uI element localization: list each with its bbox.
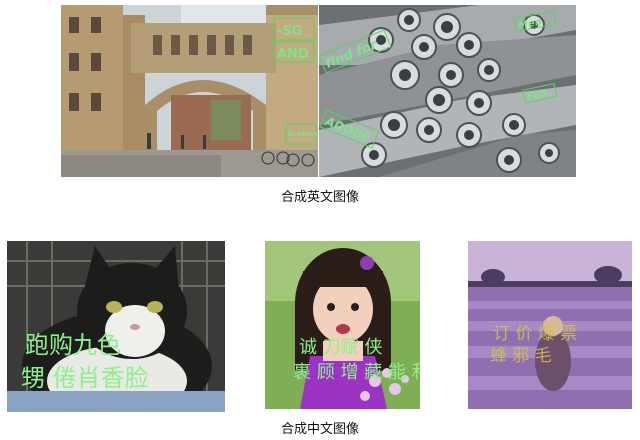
bridge-photo: -SG AND Ecotrav bbox=[61, 5, 318, 177]
overlay-text-cn-line2: 裹 顾 增 藏 能 和 bbox=[293, 362, 420, 383]
overlay-text-ecotrav: Ecotrav bbox=[288, 130, 318, 138]
overlay-text-sg: -SG bbox=[277, 24, 302, 39]
overlay-text-cn-line2: 甥 倦肖香脸 bbox=[21, 364, 149, 392]
lavender-photo: 订 价 爆 票 蜂 邪 毛 bbox=[468, 241, 632, 409]
overlay-text-cn-line1: 诚 刀赋 侠 bbox=[299, 337, 382, 358]
overlay-text-and: AND bbox=[277, 47, 309, 62]
cat-photo: 跑购九色 甥 倦肖香脸 bbox=[7, 241, 225, 412]
caption-english: 合成英文图像 bbox=[280, 190, 359, 205]
overlay-text-cn-line1: 跑购九色 bbox=[25, 331, 121, 359]
overlay-text-cn-line1: 订 价 爆 票 bbox=[493, 324, 577, 344]
caption-chinese: 合成中文图像 bbox=[280, 422, 359, 437]
girl-photo: 诚 刀赋 侠 裹 顾 增 藏 能 和 bbox=[265, 241, 420, 409]
pipes-photo: Men find for ADOBE Fell bbox=[319, 5, 576, 177]
overlay-text-cn-line2: 蜂 邪 毛 bbox=[490, 346, 552, 366]
